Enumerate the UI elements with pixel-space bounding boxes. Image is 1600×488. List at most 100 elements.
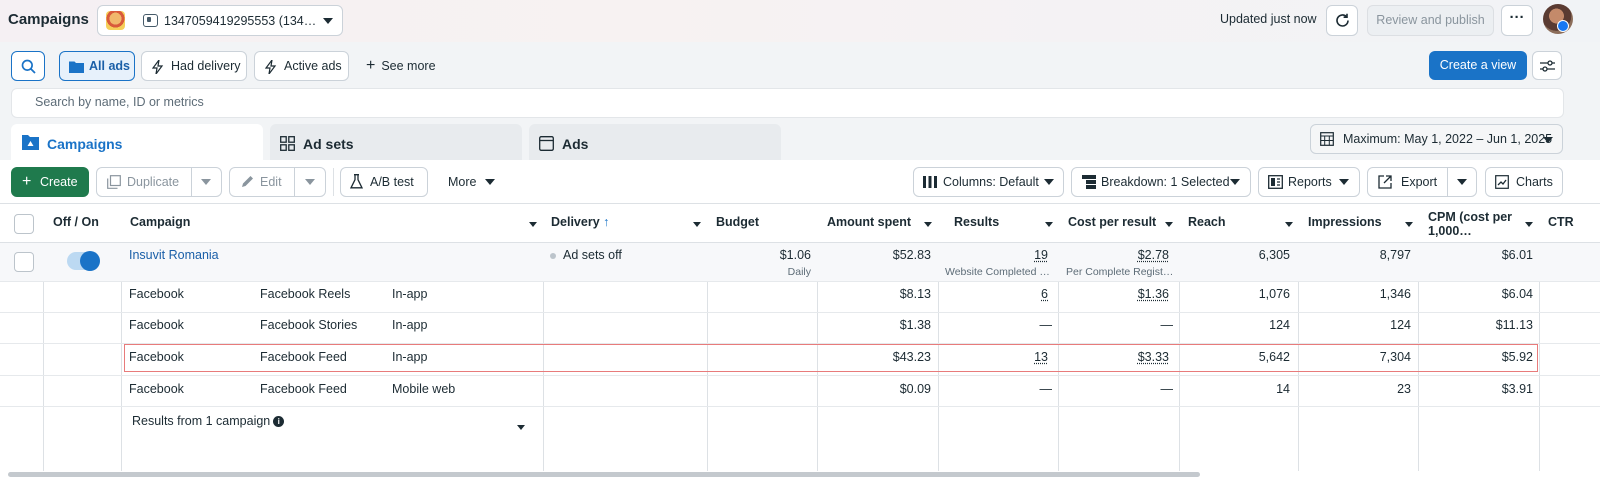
column-header-impressions[interactable]: Impressions <box>1308 215 1382 229</box>
export-button[interactable]: Export <box>1367 167 1477 197</box>
columns-button[interactable]: Columns: Default <box>913 167 1064 197</box>
sliders-icon <box>1540 60 1555 72</box>
cost-per-result-value[interactable]: $1.36 <box>1060 287 1169 301</box>
facebook-badge-icon <box>1557 20 1569 32</box>
columns-icon <box>923 176 937 188</box>
see-more-filters-button[interactable]: + See more <box>366 51 436 81</box>
breakdown-row[interactable]: Facebook Facebook Reels In-app $8.13 6 $… <box>0 282 1600 313</box>
ad-account-id: 1347059419295553 (134… <box>164 14 317 28</box>
column-header-delivery[interactable]: Delivery ↑ <box>551 215 609 229</box>
reports-button[interactable]: Reports <box>1258 167 1360 197</box>
breakdown-row[interactable]: Facebook Facebook Stories In-app $1.38 —… <box>0 313 1600 344</box>
campaign-on-off-toggle[interactable] <box>67 251 100 271</box>
reports-icon <box>1268 175 1283 189</box>
filter-all-ads[interactable]: All ads <box>59 51 135 81</box>
ads-window-icon <box>539 136 554 151</box>
cpm-value: $3.91 <box>1501 382 1533 396</box>
toolbar-separator <box>333 168 334 196</box>
charts-button[interactable]: Charts <box>1485 167 1563 197</box>
tab-ads[interactable]: Ads <box>529 124 781 161</box>
folder-icon <box>69 61 84 73</box>
column-header-cost-per-result[interactable]: Cost per result <box>1068 215 1156 229</box>
chevron-down-icon[interactable] <box>517 425 525 430</box>
reach-value: 6,305 <box>1258 248 1290 262</box>
select-all-checkbox[interactable] <box>14 214 34 234</box>
breakdown-button[interactable]: Breakdown: 1 Selected <box>1071 167 1251 197</box>
column-header-amount-spent[interactable]: Amount spent <box>827 215 911 229</box>
beaker-icon <box>350 174 363 189</box>
campaign-folder-icon <box>22 135 39 150</box>
ad-sets-grid-icon <box>280 136 295 151</box>
chevron-down-icon[interactable] <box>305 179 315 185</box>
cost-per-result-type: Per Complete Regist… <box>1066 266 1174 278</box>
placement: Facebook Stories <box>260 318 358 332</box>
ad-account-selector[interactable]: 1347059419295553 (134… <box>97 5 343 36</box>
results-summary: Results from 1 campaign i <box>132 414 285 428</box>
edit-button[interactable]: Edit <box>229 167 326 197</box>
view-settings-button[interactable] <box>1532 51 1562 80</box>
filter-had-delivery[interactable]: Had delivery <box>141 51 247 81</box>
tab-ad-sets[interactable]: Ad sets <box>270 124 522 161</box>
chevron-down-icon[interactable] <box>1165 222 1173 227</box>
refresh-icon <box>1336 13 1349 27</box>
info-icon[interactable]: i <box>273 416 285 427</box>
results-value[interactable]: 19 <box>940 248 1048 262</box>
chevron-down-icon[interactable] <box>1285 222 1293 227</box>
create-label: Create <box>40 175 78 189</box>
cost-per-result-value[interactable]: $2.78 <box>1060 248 1169 262</box>
amount-spent-value: $1.38 <box>899 318 931 332</box>
platform: Facebook <box>129 287 184 301</box>
chevron-down-icon[interactable] <box>1045 222 1053 227</box>
create-view-button[interactable]: Create a view <box>1429 51 1527 80</box>
column-header-cpm[interactable]: CPM (cost per 1,000… <box>1428 210 1518 238</box>
filter-active-ads-label: Active ads <box>284 59 342 73</box>
column-header-budget[interactable]: Budget <box>716 215 759 229</box>
ab-test-button[interactable]: A/B test <box>340 167 428 197</box>
column-header-ctr[interactable]: CTR <box>1548 215 1574 229</box>
more-options-button[interactable]: ··· <box>1501 5 1533 36</box>
placement: Facebook Reels <box>260 287 351 301</box>
reports-label: Reports <box>1288 175 1332 189</box>
table-row-campaign[interactable]: Insuvit Romania Ad sets off $1.06 Daily … <box>0 243 1600 282</box>
chevron-down-icon[interactable] <box>1525 222 1533 227</box>
column-header-reach[interactable]: Reach <box>1188 215 1226 229</box>
calendar-icon <box>1320 132 1334 146</box>
review-and-publish-button[interactable]: Review and publish <box>1367 5 1494 36</box>
plus-icon: + <box>366 57 376 74</box>
cost-per-result-text: $2.78 <box>1137 248 1169 262</box>
breakdown-row[interactable]: Facebook Facebook Feed Mobile web $0.09 … <box>0 376 1600 407</box>
filter-active-ads[interactable]: Active ads <box>254 51 349 81</box>
campaign-name-link[interactable]: Insuvit Romania <box>129 248 219 262</box>
chevron-down-icon[interactable] <box>693 222 701 227</box>
row-checkbox[interactable] <box>14 252 34 272</box>
column-header-results[interactable]: Results <box>954 215 999 229</box>
duplicate-button[interactable]: Duplicate <box>96 167 222 197</box>
results-summary-label: Results from 1 campaign <box>132 414 271 428</box>
chart-line-icon <box>1495 175 1509 189</box>
breakdown-icon <box>1082 175 1096 189</box>
impressions-value: 124 <box>1390 318 1411 332</box>
device: In-app <box>392 287 428 301</box>
search-input[interactable] <box>35 95 935 109</box>
results-value[interactable]: 6 <box>940 287 1048 301</box>
cpm-value: $6.04 <box>1501 287 1533 301</box>
column-header-off-on: Off / On <box>53 215 99 229</box>
chevron-down-icon[interactable] <box>529 222 537 227</box>
chevron-down-icon[interactable] <box>924 222 932 227</box>
column-header-campaign[interactable]: Campaign <box>130 215 190 229</box>
refresh-button[interactable] <box>1326 5 1358 36</box>
sort-ascending-icon: ↑ <box>603 215 610 229</box>
create-button[interactable]: + Create <box>11 167 89 197</box>
platform: Facebook <box>129 318 184 332</box>
tab-campaigns[interactable]: Campaigns <box>11 124 263 162</box>
tab-campaigns-label: Campaigns <box>47 136 123 152</box>
date-range-picker[interactable]: Maximum: May 1, 2022 – Jun 1, 2025 <box>1310 124 1563 154</box>
chevron-down-icon[interactable] <box>1405 222 1413 227</box>
device: In-app <box>392 318 428 332</box>
more-actions-button[interactable]: More <box>436 167 506 197</box>
tab-ads-label: Ads <box>562 136 589 152</box>
search-toggle-button[interactable] <box>11 51 45 81</box>
horizontal-scrollbar[interactable] <box>8 472 1200 477</box>
chevron-down-icon[interactable] <box>201 179 211 185</box>
chevron-down-icon[interactable] <box>1457 179 1467 185</box>
